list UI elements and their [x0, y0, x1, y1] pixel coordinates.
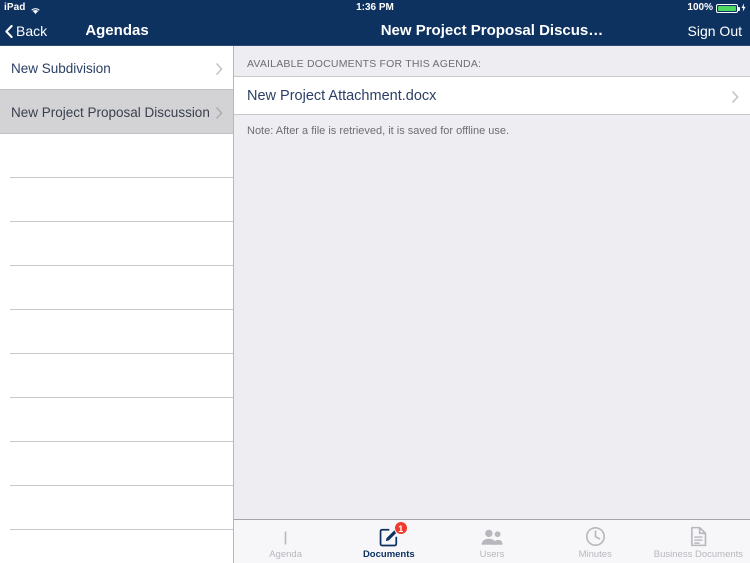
agenda-row-empty	[0, 266, 234, 310]
tab-label: Documents	[362, 549, 415, 560]
battery-percent-label: 100%	[687, 2, 713, 13]
compose-document-icon: 1	[379, 521, 408, 547]
master-title: Agendas	[85, 22, 149, 39]
tab-label: Users	[479, 549, 505, 560]
detail-title: New Project Proposal Discus…	[380, 22, 604, 39]
tab-minutes[interactable]: Minutes	[544, 520, 647, 563]
documents-section-header: AVAILABLE DOCUMENTS FOR THIS AGENDA:	[247, 58, 482, 70]
chevron-right-icon	[216, 62, 223, 80]
tab-documents[interactable]: 1 Documents	[337, 520, 440, 563]
status-bar: iPad 1:36 PM 100%	[0, 0, 750, 16]
tab-agenda[interactable]: Agenda	[234, 520, 337, 563]
tab-business-documents[interactable]: Business Documents	[647, 520, 750, 563]
chevron-right-icon	[732, 90, 739, 108]
tab-label: Business Documents	[653, 549, 744, 560]
status-bar-time: 1:36 PM	[356, 2, 394, 13]
agenda-row[interactable]: New Project Proposal Discussion	[0, 90, 234, 134]
users-icon	[480, 526, 504, 547]
tab-label: Minutes	[578, 549, 612, 560]
agenda-row-empty	[0, 354, 234, 398]
agenda-row-empty	[0, 310, 234, 354]
offline-note: Note: After a file is retrieved, it is s…	[247, 125, 510, 137]
master-nav-bar: Back Agendas	[0, 16, 234, 46]
agenda-row[interactable]: New Subdivision	[0, 46, 234, 90]
clock-icon	[585, 526, 606, 547]
agenda-row-label: New Subdivision	[11, 60, 111, 76]
agenda-row-empty	[0, 178, 234, 222]
detail-nav-bar: New Project Proposal Discus… Sign Out	[234, 16, 750, 46]
book-icon	[274, 526, 297, 547]
agenda-row-empty	[0, 134, 234, 178]
agendas-list[interactable]: New Subdivision New Project Proposal Disc…	[0, 46, 234, 563]
agenda-row-empty	[0, 222, 234, 266]
tab-users[interactable]: Users	[440, 520, 543, 563]
agenda-row-empty	[0, 486, 234, 530]
sign-out-button[interactable]: Sign Out	[688, 16, 742, 46]
tab-bar[interactable]: Agenda 1 Documents Users Minutes Business Doc…	[234, 519, 750, 563]
chevron-right-icon	[216, 106, 223, 124]
tab-badge: 1	[393, 521, 408, 535]
document-row[interactable]: New Project Attachment.docx	[234, 76, 750, 115]
document-icon	[690, 526, 707, 547]
detail-panel: AVAILABLE DOCUMENTS FOR THIS AGENDA: New…	[234, 46, 750, 563]
app-root: iPad 1:36 PM 100% Back Agendas New Proje…	[0, 0, 750, 563]
lightning-bolt-icon	[741, 2, 746, 14]
row-separator	[10, 529, 234, 530]
status-bar-right: 100%	[687, 0, 746, 16]
document-row-label: New Project Attachment.docx	[247, 87, 437, 104]
battery-icon	[716, 3, 740, 13]
agenda-row-empty	[0, 442, 234, 486]
tab-label: Agenda	[269, 549, 302, 560]
agenda-row-empty	[0, 398, 234, 442]
agenda-row-label: New Project Proposal Discussion	[11, 104, 210, 120]
